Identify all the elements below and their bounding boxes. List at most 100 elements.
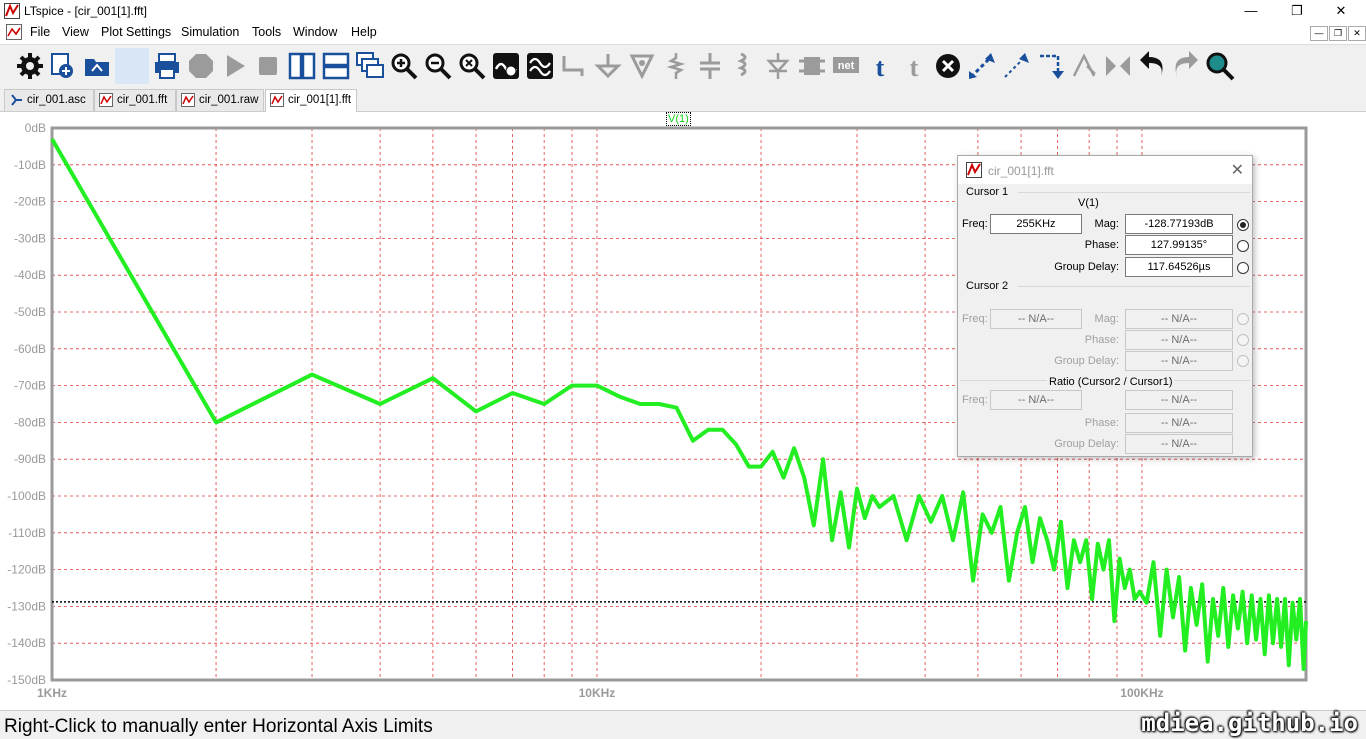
mdi-restore-button[interactable]: ❐ [1329,26,1347,41]
zoom-fit-icon[interactable] [457,51,487,81]
cursor2-phase-radio[interactable] [1237,334,1249,346]
mdi-close-button[interactable]: ✕ [1348,26,1366,41]
close-button[interactable]: ✕ [1318,0,1364,22]
tab-cir-001-raw[interactable]: cir_001.raw [176,89,264,111]
ratio-mag-field[interactable]: -- N/A-- [1125,390,1233,410]
y-tick-label: -100dB [7,489,46,503]
undo-icon[interactable] [1137,51,1167,81]
drag-icon[interactable] [1001,51,1031,81]
cursor2-mag-field[interactable]: -- N/A-- [1125,309,1233,329]
text-icon[interactable]: t [865,51,895,81]
cursor2-freq-field[interactable]: -- N/A-- [990,309,1082,329]
zoom-in-icon[interactable] [389,51,419,81]
cursor2-group-delay-label: Group Delay: [1054,355,1119,367]
ratio-freq-field[interactable]: -- N/A-- [990,390,1082,410]
pick-trace-icon[interactable] [525,51,555,81]
title-bar: LTspice - [cir_001[1].fft] — ❐ ✕ [0,0,1366,22]
y-tick-label: -150dB [7,673,46,687]
y-tick-label: -110dB [8,526,46,540]
print-icon[interactable] [152,51,182,81]
ratio-group-label: Ratio (Cursor2 / Cursor1) [1047,376,1175,388]
stop-icon[interactable] [253,51,283,81]
cursor2-mag-radio[interactable] [1237,313,1249,325]
halt-icon[interactable] [186,51,216,81]
trace-label-v1[interactable]: V(1) [666,112,691,126]
find-icon[interactable] [1205,51,1235,81]
cursor1-phase-radio[interactable] [1237,240,1249,252]
waveform-icon [181,93,195,107]
run-icon[interactable] [220,51,250,81]
wire-icon[interactable] [559,51,589,81]
cursor1-trace-name: V(1) [1078,197,1099,209]
flip-icon[interactable] [1103,51,1133,81]
tab-cir-001-asc[interactable]: cir_001.asc [4,89,94,111]
menu-plot-settings[interactable]: Plot Settings [101,25,171,39]
dialog-title: cir_001[1].fft [988,164,1054,178]
menu-window[interactable]: Window [293,25,337,39]
x-tick-label: 100KHz [1120,686,1163,700]
ground-icon[interactable] [593,51,623,81]
cursor2-group-delay-radio[interactable] [1237,355,1249,367]
cursor1-freq-field[interactable]: 255KHz [990,214,1082,234]
diode-icon[interactable] [763,51,793,81]
toolbar: net t t [0,44,1366,88]
dialog-title-bar[interactable]: cir_001[1].fft ✕ [958,156,1252,184]
cascade-icon[interactable] [355,51,385,81]
ratio-phase-field[interactable]: -- N/A-- [1125,413,1233,433]
minimize-button[interactable]: — [1228,0,1274,22]
menu-file[interactable]: File [30,25,50,39]
menu-tools[interactable]: Tools [252,25,281,39]
spice-directive-icon[interactable]: t [899,51,929,81]
rotate-icon[interactable] [1035,51,1065,81]
cursor2-group-label: Cursor 2 [966,280,1009,292]
netlabel-icon[interactable]: net [831,51,861,81]
maximize-button[interactable]: ❐ [1274,0,1320,22]
tile-horizontal-icon[interactable] [321,51,351,81]
label-icon[interactable] [627,51,657,81]
y-tick-label: -40dB [14,268,46,282]
y-tick-label: -30dB [14,231,46,245]
cursor1-mag-radio[interactable] [1237,219,1249,231]
dialog-close-button[interactable]: ✕ [1231,160,1244,180]
menu-bar: File View Plot Settings Simulation Tools… [0,22,1366,42]
tab-cir-001-fft[interactable]: cir_001.fft [94,89,176,111]
cursor1-group-delay-label: Group Delay: [1054,261,1119,273]
cursor1-freq-label: Freq: [962,218,988,230]
capacitor-icon[interactable] [695,51,725,81]
open-icon[interactable] [82,51,112,81]
cursor-dialog: cir_001[1].fft ✕ Cursor 1 V(1) Freq: 255… [957,155,1253,457]
zoom-out-icon[interactable] [423,51,453,81]
tab-cir-001-1-fft[interactable]: cir_001[1].fft [265,89,357,112]
y-tick-label: -130dB [7,599,46,613]
blank-icon[interactable] [115,48,149,84]
menu-simulation[interactable]: Simulation [181,25,239,39]
cursor1-mag-field[interactable]: -128.77193dB [1125,214,1233,234]
y-tick-label: -10dB [14,158,46,172]
component-icon[interactable] [797,51,827,81]
mdi-minimize-button[interactable]: — [1310,26,1328,41]
cursor1-group-delay-radio[interactable] [1237,262,1249,274]
y-tick-label: -80dB [14,415,46,429]
ratio-phase-label: Phase: [1084,417,1119,429]
cursor2-group-delay-field[interactable]: -- N/A-- [1125,351,1233,371]
settings-icon[interactable] [15,51,45,81]
resistor-icon[interactable] [661,51,691,81]
move-icon[interactable] [967,51,997,81]
cursor1-group-delay-field[interactable]: 117.64526µs [1125,257,1233,277]
redo-icon[interactable] [1171,51,1201,81]
delete-icon[interactable] [933,51,963,81]
menu-view[interactable]: View [62,25,89,39]
menu-help[interactable]: Help [351,25,377,39]
cursor2-phase-field[interactable]: -- N/A-- [1125,330,1233,350]
autorange-icon[interactable] [491,51,521,81]
waveform-icon [99,93,113,107]
inductor-icon[interactable] [729,51,759,81]
new-schematic-icon[interactable] [48,51,78,81]
tab-label: cir_001[1].fft [288,94,352,106]
status-text: Right-Click to manually enter Horizontal… [4,716,433,737]
ratio-group-delay-field[interactable]: -- N/A-- [1125,434,1233,454]
tile-vertical-icon[interactable] [287,51,317,81]
mirror-icon[interactable] [1069,51,1099,81]
cursor1-phase-field[interactable]: 127.99135° [1125,235,1233,255]
group-divider [1018,286,1250,287]
